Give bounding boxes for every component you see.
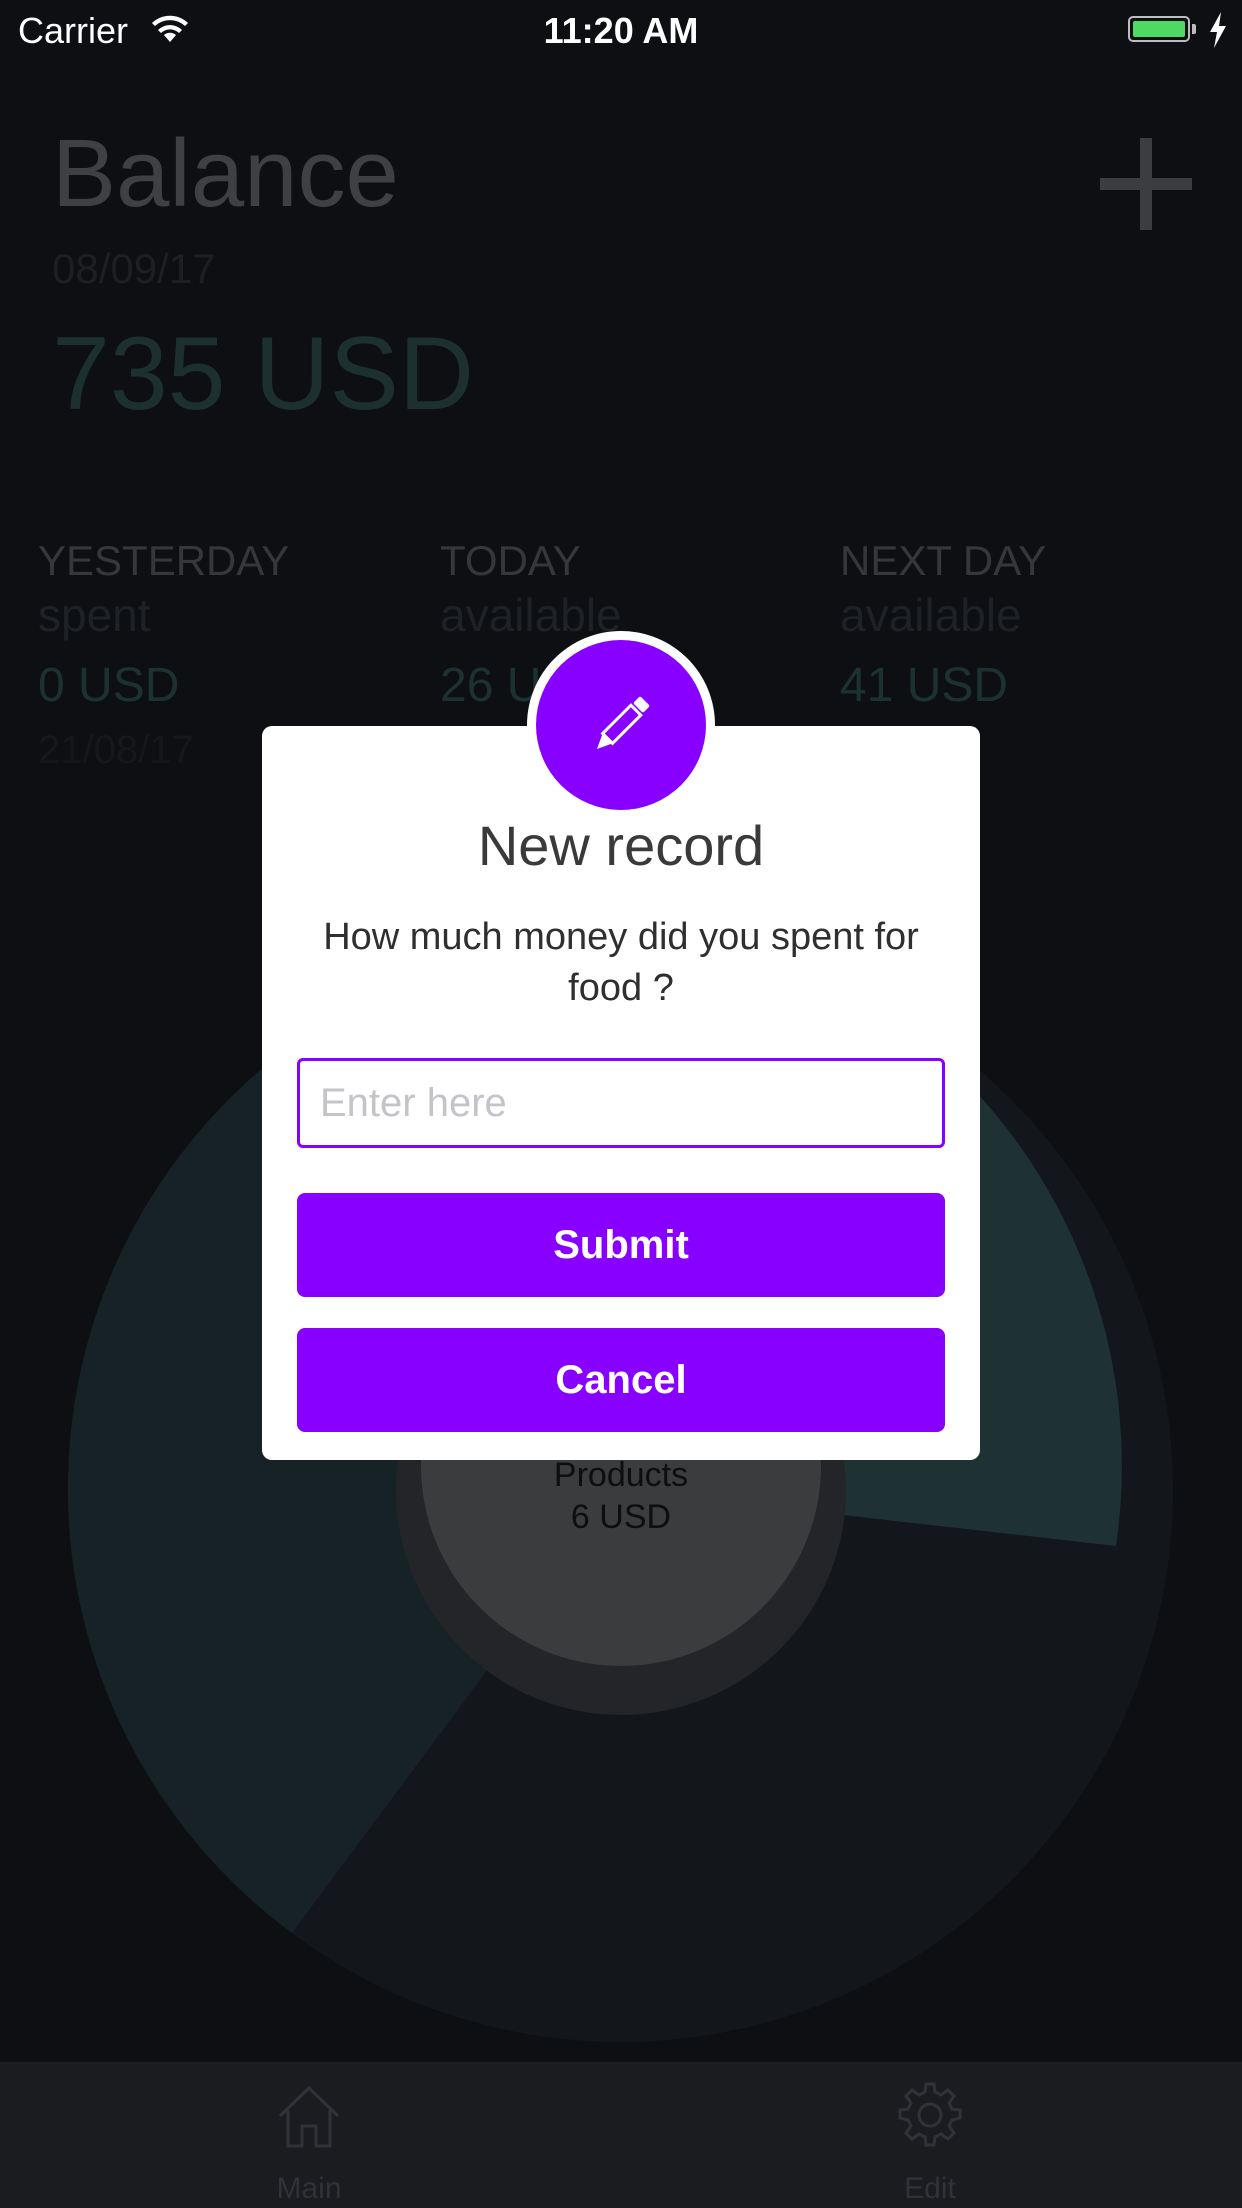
amount-input[interactable]	[297, 1058, 945, 1148]
home-icon	[278, 2085, 340, 2148]
dialog-badge	[527, 631, 715, 819]
donut-center-value: 6 USD	[570, 1498, 672, 1536]
tab-label: Main	[276, 2172, 342, 2205]
tab-bar: Main Edit	[0, 2062, 1242, 2208]
tab-label: Edit	[904, 2172, 956, 2205]
dialog-title: New record	[477, 814, 765, 877]
dialog-badge-circle	[536, 640, 706, 810]
submit-button[interactable]: Submit	[297, 1193, 945, 1297]
donut-center-label: Products	[553, 1456, 689, 1494]
dialog-message: How much money did you spent for food ?	[323, 916, 919, 1009]
new-record-dialog: New record How much money did you spent …	[262, 726, 980, 1460]
tab-edit[interactable]: Edit	[780, 2062, 1080, 2208]
cancel-button[interactable]: Cancel	[297, 1328, 945, 1432]
pencil-icon	[596, 696, 650, 750]
tab-main[interactable]: Main	[159, 2062, 459, 2208]
gear-icon	[898, 2082, 962, 2147]
